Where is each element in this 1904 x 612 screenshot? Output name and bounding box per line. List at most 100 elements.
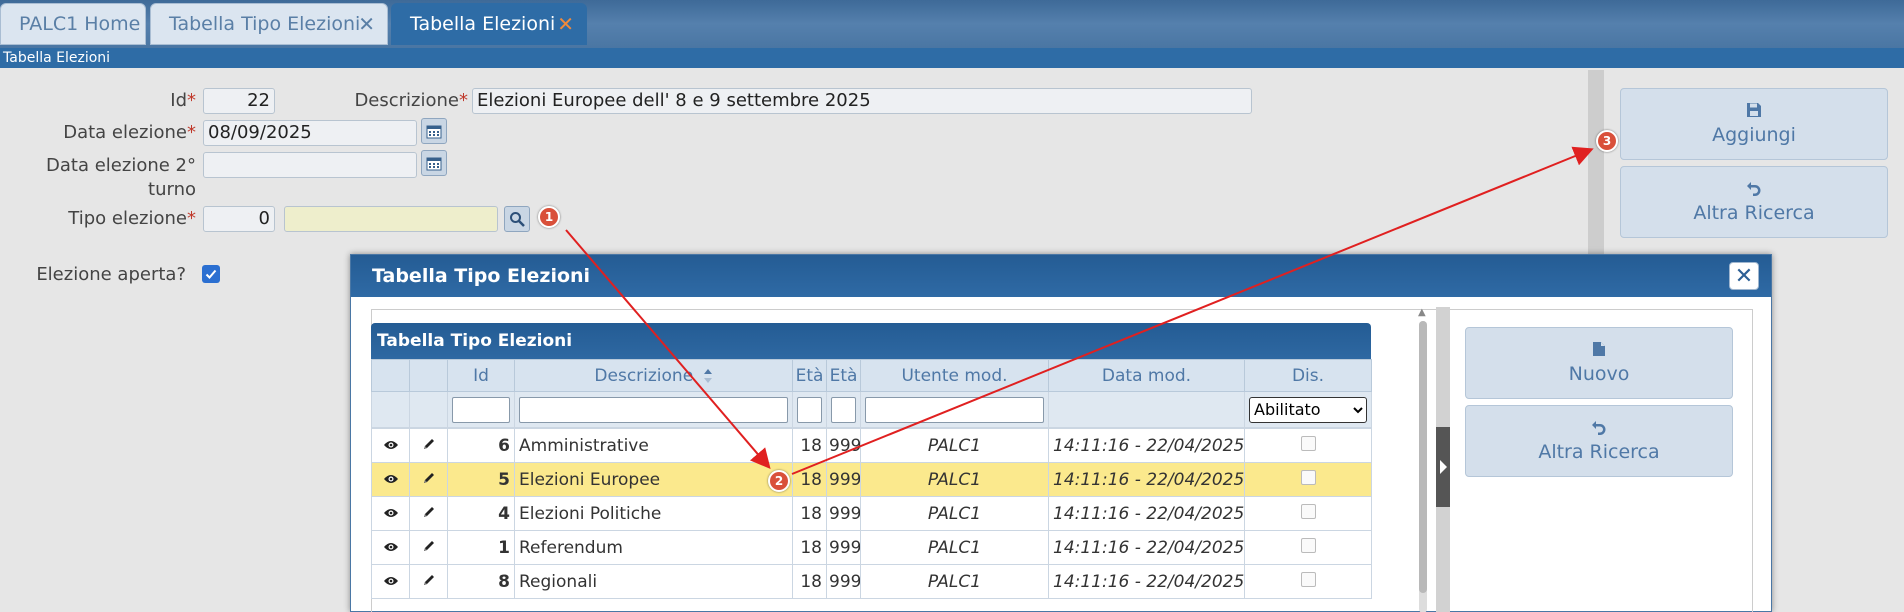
- data-elezione-field[interactable]: 08/09/2025: [203, 120, 417, 146]
- cell-eta-max: 999: [826, 428, 861, 463]
- col-id[interactable]: Id: [447, 359, 515, 392]
- data-elezione-2-label: Data elezione 2° turno: [46, 155, 196, 200]
- edit-button[interactable]: [409, 462, 448, 497]
- altra-ricerca-label: Altra Ricerca: [1693, 202, 1815, 224]
- calendar-icon: [426, 157, 442, 171]
- table-row[interactable]: 8 Regionali 18 999 PALC1 14:11:16 - 22/04/202…: [371, 564, 1372, 599]
- nuovo-label: Nuovo: [1568, 363, 1630, 385]
- cell-id: 1: [447, 530, 515, 565]
- filter-utente-input[interactable]: [865, 396, 1044, 423]
- close-icon: ✕: [1734, 263, 1754, 289]
- view-button[interactable]: [371, 496, 410, 531]
- save-icon: [1747, 103, 1761, 117]
- disabled-checkbox[interactable]: [1300, 469, 1316, 485]
- view-button[interactable]: [371, 530, 410, 565]
- scroll-up-icon[interactable]: ▲: [1418, 307, 1426, 318]
- filter-cell: [1048, 391, 1245, 428]
- cell-eta-min: 18: [792, 530, 827, 565]
- filter-dis-select[interactable]: Abilitato: [1249, 396, 1367, 423]
- view-button[interactable]: [371, 564, 410, 599]
- filter-cell: [409, 391, 448, 428]
- disabled-checkbox[interactable]: [1300, 537, 1316, 553]
- filter-cell: [792, 391, 827, 428]
- cell-data-mod: 14:11:16 - 22/04/2025: [1048, 530, 1245, 565]
- filter-cell: [514, 391, 793, 428]
- dialog-close-button[interactable]: ✕: [1729, 262, 1759, 290]
- new-document-icon: [1593, 342, 1605, 356]
- col-descrizione[interactable]: Descrizione: [514, 359, 793, 392]
- filter-cell: [826, 391, 861, 428]
- cell-data-mod: 14:11:16 - 22/04/2025: [1048, 428, 1245, 463]
- cell-eta-min: 18: [792, 496, 827, 531]
- cell-eta-max: 999: [826, 462, 861, 497]
- filter-cell: Abilitato: [1244, 391, 1372, 428]
- descrizione-label: Descrizione*: [354, 90, 468, 111]
- undo-icon: [1592, 421, 1606, 435]
- aggiungi-button[interactable]: Aggiungi: [1620, 88, 1888, 160]
- eye-icon: [383, 576, 398, 585]
- edit-button[interactable]: [409, 530, 448, 565]
- pencil-icon: [423, 574, 434, 585]
- data-elezione-2-field[interactable]: [203, 152, 417, 178]
- tab-home[interactable]: PALC1 Home: [0, 3, 146, 45]
- grid-title: Tabella Tipo Elezioni: [371, 323, 1371, 359]
- cell-data-mod: 14:11:16 - 22/04/2025: [1048, 564, 1245, 599]
- tipo-elezioni-grid: Tabella Tipo Elezioni Id Descrizione Età…: [371, 323, 1372, 599]
- tipo-elezioni-dialog: Tabella Tipo Elezioni ✕ Tabella Tipo Ele…: [350, 254, 1772, 612]
- view-button[interactable]: [371, 428, 410, 463]
- col-eta-max[interactable]: Età: [826, 359, 861, 392]
- filter-eta-max-input[interactable]: [831, 396, 856, 423]
- col-eta-min[interactable]: Età: [792, 359, 827, 392]
- elezione-aperta-checkbox[interactable]: [202, 265, 220, 283]
- descrizione-field[interactable]: Elezioni Europee dell' 8 e 9 settembre 2…: [472, 88, 1252, 114]
- dialog-altra-ricerca-button[interactable]: Altra Ricerca: [1465, 405, 1733, 477]
- annotation-badge-3: 3: [1596, 130, 1618, 152]
- nuovo-button[interactable]: Nuovo: [1465, 327, 1733, 399]
- undo-icon: [1747, 182, 1761, 196]
- tipo-elezione-id-field[interactable]: 0: [203, 206, 275, 232]
- table-row[interactable]: 1 Referendum 18 999 PALC1 14:11:16 - 22/04/20…: [371, 530, 1372, 565]
- collapse-toggle[interactable]: [1436, 427, 1450, 507]
- edit-button[interactable]: [409, 428, 448, 463]
- data-elezione-label: Data elezione*: [63, 122, 196, 143]
- search-button[interactable]: [504, 206, 530, 232]
- cell-dis: [1244, 496, 1372, 531]
- id-field[interactable]: 22: [203, 88, 275, 114]
- col-dis[interactable]: Dis.: [1244, 359, 1372, 392]
- grid-rows: 6 Amministrative 18 999 PALC1 14:11:16 - 22/0…: [371, 428, 1372, 599]
- altra-ricerca-button[interactable]: Altra Ricerca: [1620, 166, 1888, 238]
- eye-icon: [383, 508, 398, 517]
- cell-utente-mod: PALC1: [860, 462, 1049, 497]
- edit-button[interactable]: [409, 564, 448, 599]
- cell-id: 4: [447, 496, 515, 531]
- tab-tabella-tipo-elezioni[interactable]: Tabella Tipo Elezioni ✕: [150, 3, 388, 45]
- table-row[interactable]: 6 Amministrative 18 999 PALC1 14:11:16 - 22/0…: [371, 428, 1372, 463]
- disabled-checkbox[interactable]: [1300, 435, 1316, 451]
- table-row[interactable]: 4 Elezioni Politiche 18 999 PALC1 14:11:16 - …: [371, 496, 1372, 531]
- table-row[interactable]: 5 Elezioni Europee 18 999 PALC1 14:11:16 - 22…: [371, 462, 1372, 497]
- close-icon[interactable]: ✕: [557, 12, 574, 36]
- tab-tabella-elezioni[interactable]: Tabella Elezioni ✕: [391, 3, 587, 45]
- filter-id-input[interactable]: [452, 396, 510, 423]
- calendar-button[interactable]: [421, 150, 447, 176]
- cell-descrizione: Regionali: [514, 564, 793, 599]
- close-icon[interactable]: ✕: [358, 12, 375, 36]
- disabled-checkbox[interactable]: [1300, 571, 1316, 587]
- tab-label: Tabella Elezioni: [410, 13, 556, 35]
- cell-descrizione: Elezioni Politiche: [514, 496, 793, 531]
- eye-icon: [383, 474, 398, 483]
- altra-ricerca-label: Altra Ricerca: [1538, 441, 1660, 463]
- col-utente-mod[interactable]: Utente mod.: [860, 359, 1049, 392]
- scrollbar-thumb[interactable]: [1419, 321, 1427, 593]
- cell-id: 6: [447, 428, 515, 463]
- pencil-icon: [423, 540, 434, 551]
- view-button[interactable]: [371, 462, 410, 497]
- grid-scrollbar[interactable]: ▲: [1418, 307, 1427, 612]
- filter-eta-min-input[interactable]: [797, 396, 822, 423]
- grid-table: Id Descrizione Età Età Utente mod. Data …: [371, 359, 1372, 428]
- edit-button[interactable]: [409, 496, 448, 531]
- calendar-button[interactable]: [421, 118, 447, 144]
- disabled-checkbox[interactable]: [1300, 503, 1316, 519]
- col-data-mod[interactable]: Data mod.: [1048, 359, 1245, 392]
- filter-descrizione-input[interactable]: [519, 396, 788, 423]
